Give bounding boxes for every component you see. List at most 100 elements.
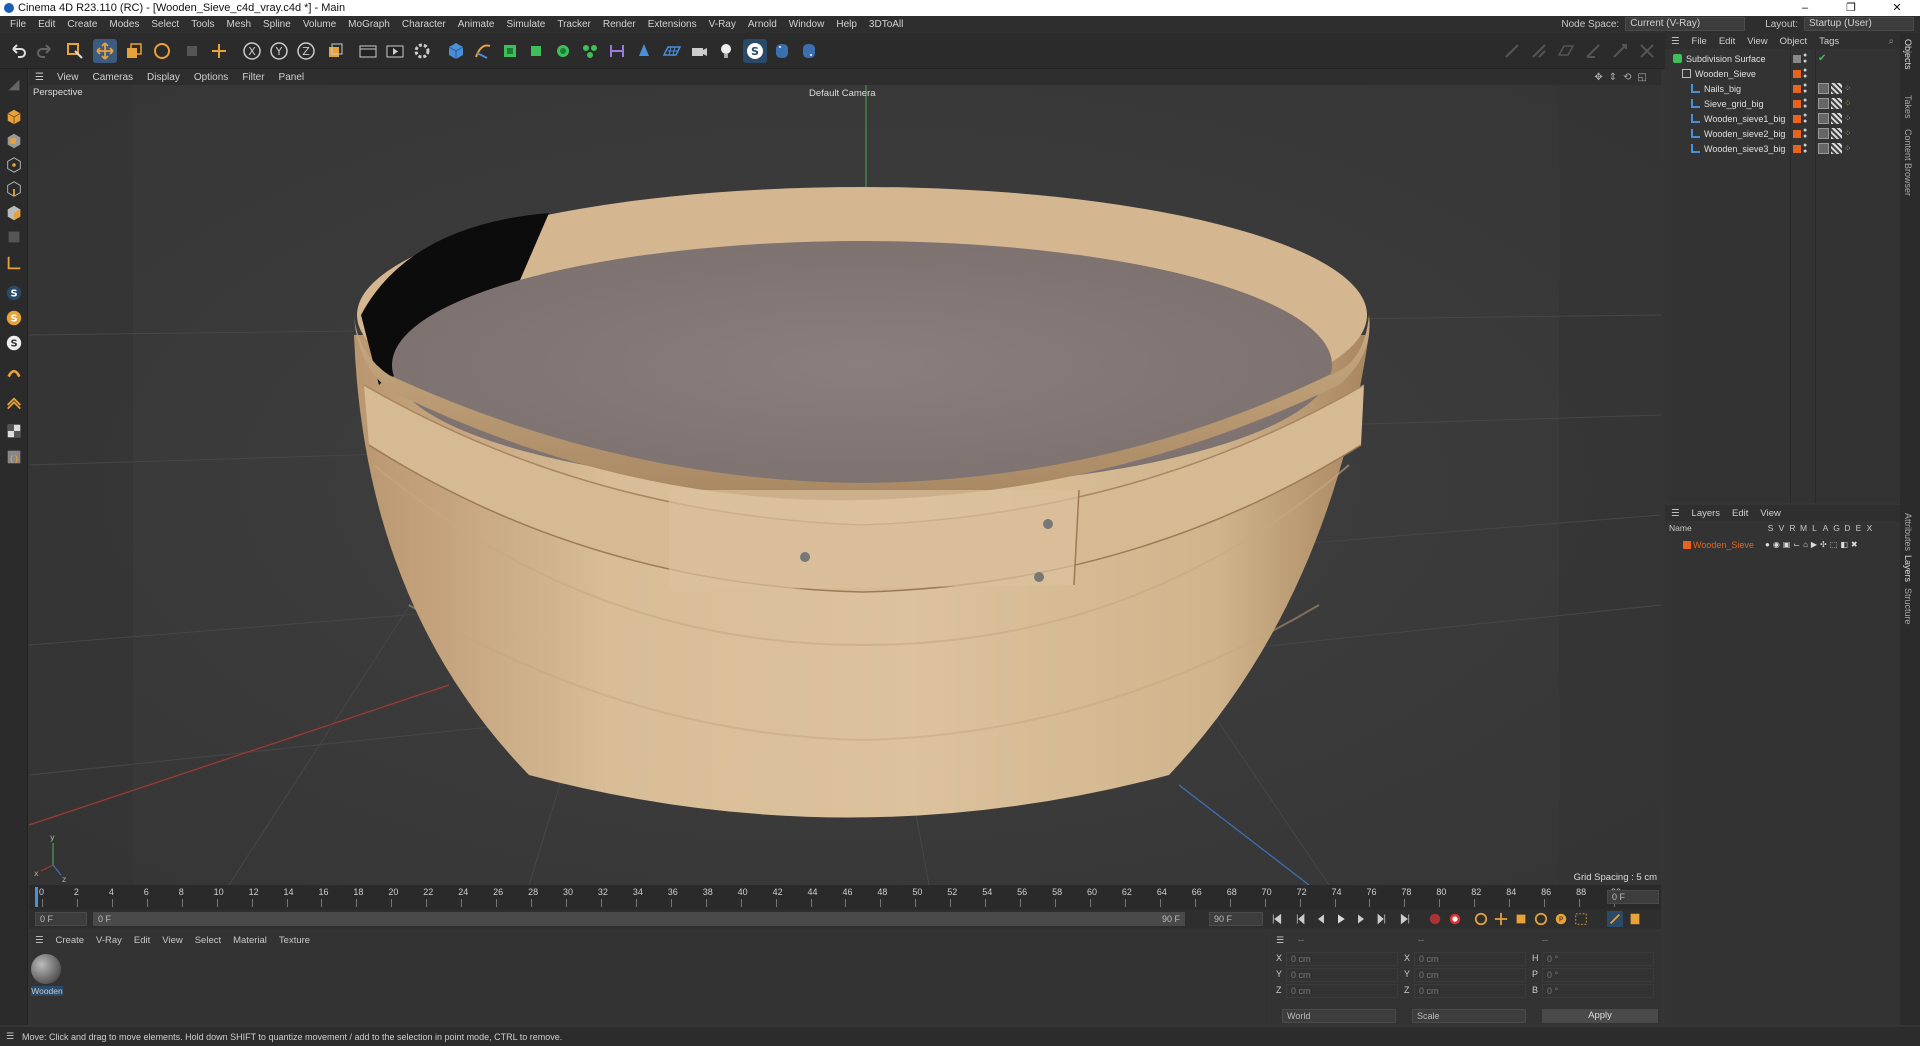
coord-value-field[interactable]: 0 cm bbox=[1286, 984, 1398, 998]
material-swatch[interactable]: Wooden bbox=[31, 954, 63, 998]
menu-mesh[interactable]: Mesh bbox=[221, 19, 257, 30]
enabled-check-icon[interactable]: ✔ bbox=[1818, 53, 1826, 64]
uvw-tag-icon[interactable] bbox=[1818, 98, 1829, 109]
visibility-dots-icon[interactable]: ● ● bbox=[1803, 142, 1807, 155]
uvw-tag-icon[interactable] bbox=[1818, 143, 1829, 154]
y-axis-lock-icon[interactable]: Y bbox=[267, 39, 291, 63]
scale-icon[interactable] bbox=[122, 39, 146, 63]
menu-edit[interactable]: Edit bbox=[32, 19, 61, 30]
object-row[interactable]: Sieve_grid_big ● ● ⁘ bbox=[1665, 96, 1900, 111]
visibility-dots-icon[interactable]: ● ● bbox=[1803, 82, 1807, 95]
dope-sheet-icon[interactable] bbox=[1627, 911, 1643, 927]
move-icon[interactable] bbox=[93, 39, 117, 63]
layer-flag-header[interactable]: M bbox=[1798, 523, 1809, 533]
viewport[interactable]: y x z Perspective Default Camera Grid Sp… bbox=[29, 85, 1661, 885]
material-tag-icon[interactable] bbox=[1831, 113, 1842, 124]
coord-value-field[interactable]: 0 ° bbox=[1542, 968, 1654, 982]
material-tag-icon[interactable] bbox=[1831, 98, 1842, 109]
python-icon[interactable] bbox=[770, 39, 794, 63]
tab-content-browser[interactable]: Content Browser bbox=[1903, 129, 1913, 196]
menu-tools[interactable]: Tools bbox=[185, 19, 220, 30]
layer-menu-icon[interactable]: ☰ bbox=[1665, 508, 1686, 519]
node-space-dropdown[interactable]: Current (V-Ray) bbox=[1625, 17, 1746, 31]
live-selection-icon[interactable] bbox=[63, 39, 87, 63]
object-name[interactable]: Subdivision Surface bbox=[1686, 54, 1766, 64]
keyframe-selection-icon[interactable] bbox=[1473, 911, 1489, 927]
menu-help[interactable]: Help bbox=[830, 19, 863, 30]
layer-flag-header[interactable]: E bbox=[1853, 523, 1864, 533]
visibility-toggles[interactable]: ● ● bbox=[1793, 127, 1807, 140]
visibility-toggles[interactable]: ● ● bbox=[1793, 142, 1807, 155]
visibility-toggles[interactable]: ● ● bbox=[1793, 82, 1807, 95]
layout-dropdown[interactable]: Startup (User) bbox=[1804, 17, 1914, 31]
object-name[interactable]: Wooden_Sieve bbox=[1695, 69, 1756, 79]
visibility-dots-icon[interactable]: ● ● bbox=[1803, 67, 1807, 80]
layer-flag-header[interactable]: R bbox=[1787, 523, 1798, 533]
guide-icon[interactable] bbox=[1635, 39, 1659, 63]
model-mode-icon[interactable] bbox=[2, 73, 26, 97]
solo-off-icon[interactable]: S bbox=[2, 331, 26, 355]
deformer-icon[interactable] bbox=[605, 39, 629, 63]
menu-simulate[interactable]: Simulate bbox=[500, 19, 551, 30]
layer-menu-view[interactable]: View bbox=[1754, 508, 1786, 519]
x-axis-lock-icon[interactable]: X bbox=[240, 39, 264, 63]
viewport-menu-filter[interactable]: Filter bbox=[235, 72, 271, 83]
autokey-icon[interactable] bbox=[1447, 911, 1463, 927]
layer-flag-header[interactable]: X bbox=[1864, 523, 1875, 533]
extrude-icon[interactable] bbox=[524, 39, 548, 63]
viewport-menu-view[interactable]: View bbox=[50, 72, 86, 83]
layer-flag-icons[interactable]: ●◉▣⌙⌂▶✣⬚◧✖ bbox=[1765, 540, 1861, 549]
object-menu-icon[interactable]: ☰ bbox=[1665, 36, 1686, 47]
coord-value-field[interactable]: 0 ° bbox=[1542, 952, 1654, 966]
subdivision-icon[interactable] bbox=[498, 39, 522, 63]
object-name[interactable]: Sieve_grid_big bbox=[1704, 99, 1764, 109]
object-row[interactable]: Wooden_Sieve ● ● bbox=[1665, 66, 1900, 81]
menu-file[interactable]: File bbox=[4, 19, 32, 30]
layer-flag-header[interactable]: L bbox=[1809, 523, 1820, 533]
object-tags[interactable]: ⁘ bbox=[1818, 98, 1855, 109]
redo-icon[interactable] bbox=[33, 39, 57, 63]
material-menu-edit[interactable]: Edit bbox=[128, 935, 156, 946]
menu-mograph[interactable]: MoGraph bbox=[342, 19, 396, 30]
playhead[interactable] bbox=[35, 887, 38, 907]
coord-system-dropdown[interactable]: World bbox=[1282, 1009, 1396, 1023]
object-tags[interactable]: ⁘ bbox=[1818, 128, 1855, 139]
visibility-toggles[interactable]: ● ● bbox=[1793, 112, 1807, 125]
material-menu-vray[interactable]: V-Ray bbox=[90, 935, 128, 946]
search-icon[interactable]: ⌕ bbox=[1883, 36, 1900, 47]
layer-flag-header[interactable]: A bbox=[1820, 523, 1831, 533]
menu-spline[interactable]: Spline bbox=[257, 19, 297, 30]
object-mode-icon[interactable] bbox=[2, 105, 26, 129]
key-rotation-icon[interactable] bbox=[1533, 911, 1549, 927]
menu-create[interactable]: Create bbox=[61, 19, 103, 30]
close-button[interactable]: ✕ bbox=[1874, 0, 1920, 16]
goto-end-icon[interactable] bbox=[1397, 911, 1413, 927]
menu-extensions[interactable]: Extensions bbox=[642, 19, 703, 30]
coord-value-field[interactable]: 0 cm bbox=[1286, 968, 1398, 982]
selection-tag-icon[interactable]: ⁘ bbox=[1844, 98, 1855, 109]
tab-layers[interactable]: Layers bbox=[1903, 555, 1913, 582]
coord-value-field[interactable]: 0 ° bbox=[1542, 984, 1654, 998]
layer-menu-layers[interactable]: Layers bbox=[1686, 508, 1727, 519]
material-tag-icon[interactable] bbox=[1831, 143, 1842, 154]
object-name[interactable]: Wooden_sieve1_big bbox=[1704, 114, 1785, 124]
key-scale-icon[interactable] bbox=[1513, 911, 1529, 927]
material-menu-select[interactable]: Select bbox=[189, 935, 227, 946]
snap-settings-icon[interactable] bbox=[1527, 39, 1551, 63]
key-position-icon[interactable] bbox=[1493, 911, 1509, 927]
coord-value-field[interactable]: 0 cm bbox=[1414, 952, 1526, 966]
play-icon[interactable] bbox=[1333, 911, 1349, 927]
object-row[interactable]: Nails_big ● ● ⁘ bbox=[1665, 81, 1900, 96]
menu-animate[interactable]: Animate bbox=[452, 19, 501, 30]
layer-flag-header[interactable]: D bbox=[1842, 523, 1853, 533]
layer-flag-header[interactable]: G bbox=[1831, 523, 1842, 533]
viewport-menu-cameras[interactable]: Cameras bbox=[85, 72, 140, 83]
viewport-nav-icons[interactable]: ✥⇕⟲◱ bbox=[1594, 72, 1653, 83]
menu-window[interactable]: Window bbox=[783, 19, 831, 30]
menu-vray[interactable]: V-Ray bbox=[703, 19, 742, 30]
menu-volume[interactable]: Volume bbox=[297, 19, 342, 30]
menu-3dtoall[interactable]: 3DToAll bbox=[863, 19, 909, 30]
object-tags[interactable]: ⁘ bbox=[1818, 143, 1855, 154]
tab-structure[interactable]: Structure bbox=[1903, 588, 1913, 625]
tweak-mode-icon[interactable] bbox=[2, 393, 26, 417]
